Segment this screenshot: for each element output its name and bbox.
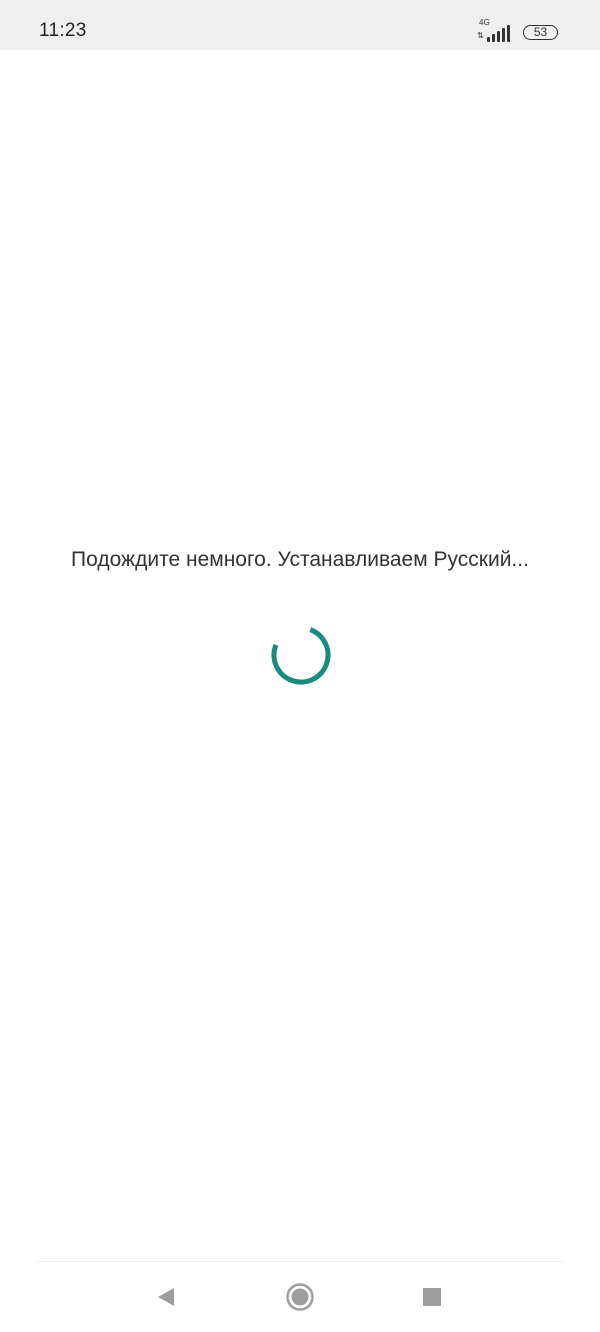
home-button[interactable]	[283, 1280, 317, 1314]
signal-bars-icon: 4G ⇅	[475, 19, 515, 43]
status-indicators: 4G ⇅ 53	[475, 19, 558, 43]
battery-level: 53	[533, 25, 548, 39]
navigation-bar	[0, 1262, 600, 1332]
screen: 11:23 4G ⇅ 53 Подождите немного. Устанав…	[0, 0, 600, 1332]
loading-message: Подождите немного. Устанавливаем Русский…	[71, 548, 529, 571]
signal-strength	[487, 25, 510, 42]
status-time: 11:23	[39, 20, 87, 41]
recents-square-icon	[423, 1288, 441, 1306]
home-circle-icon	[286, 1283, 314, 1311]
recents-button[interactable]	[415, 1280, 449, 1314]
back-button[interactable]	[149, 1280, 183, 1314]
status-bar: 11:23 4G ⇅ 53	[0, 0, 600, 50]
back-triangle-icon	[158, 1288, 174, 1306]
battery-icon: 53	[523, 24, 558, 40]
loading-spinner-icon	[271, 625, 331, 685]
network-activity-icon: ⇅	[477, 31, 484, 40]
